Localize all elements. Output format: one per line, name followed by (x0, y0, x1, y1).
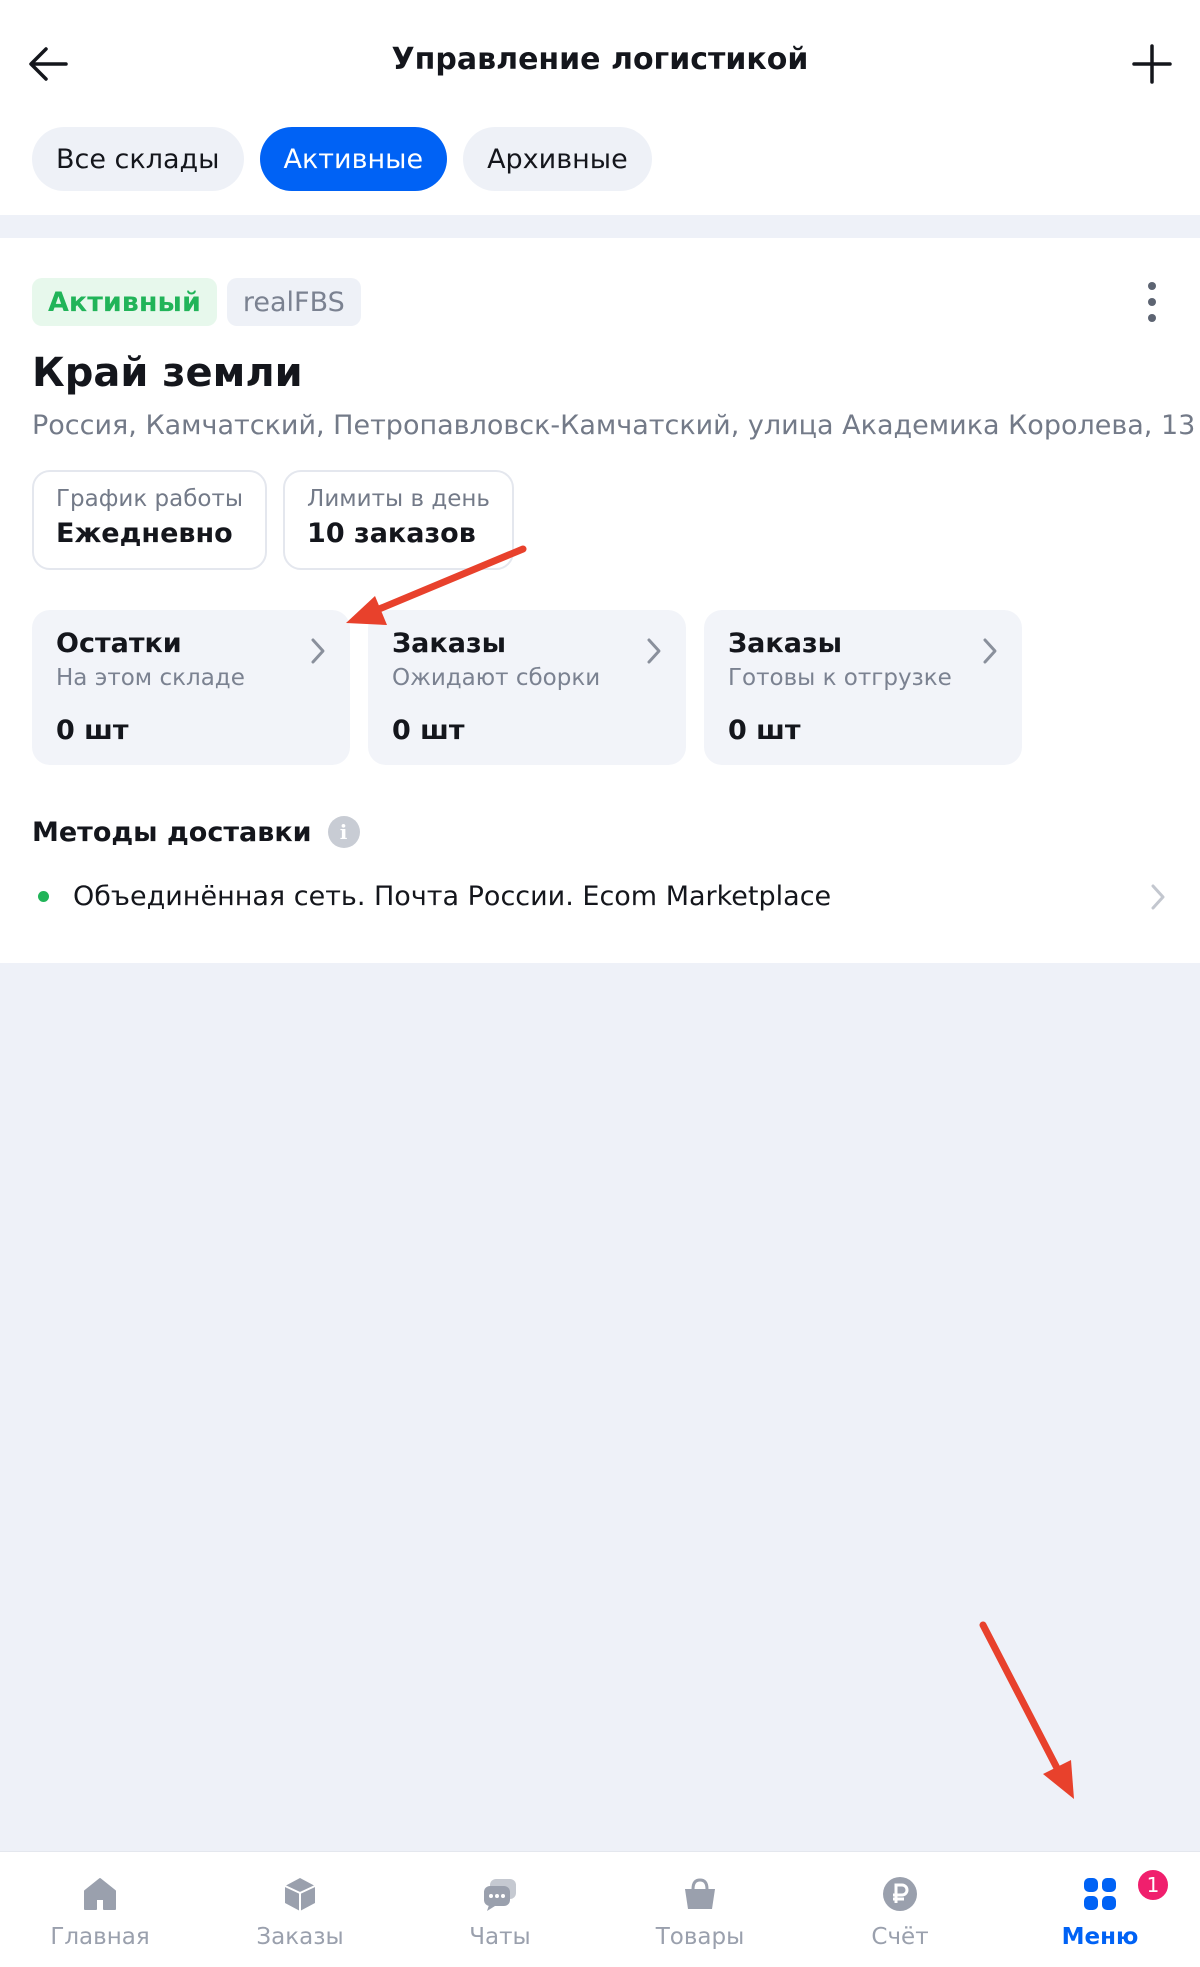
stat-title: Заказы (392, 628, 507, 659)
stat-title: Заказы (728, 628, 843, 659)
warehouse-badges: Активный realFBS (32, 278, 361, 326)
notification-badge: 1 (1136, 1868, 1170, 1902)
orders-ready-to-ship-card[interactable]: Заказы Готовы к отгрузке 0 шт (704, 610, 1022, 765)
info-boxes: График работы Ежедневно Лимиты в день 10… (32, 470, 514, 570)
nav-products[interactable]: Товары (600, 1852, 800, 1967)
nav-label: Меню (1061, 1924, 1139, 1950)
nav-label: Счёт (871, 1924, 929, 1950)
annotation-arrow-to-menu (979, 1621, 1074, 1799)
stats-row: Остатки На этом складе 0 шт Заказы Ожида… (32, 610, 1022, 765)
nav-label: Главная (50, 1924, 150, 1950)
nav-label: Чаты (469, 1924, 531, 1950)
nav-orders[interactable]: Заказы (200, 1852, 400, 1967)
chevron-right-icon (983, 638, 997, 664)
tab-all-warehouses[interactable]: Все склады (32, 127, 244, 191)
stat-subtitle: На этом складе (56, 665, 245, 691)
basket-icon (680, 1874, 720, 1914)
limits-value: 10 заказов (307, 518, 476, 549)
kebab-dot (1148, 282, 1156, 290)
tab-archived[interactable]: Архивные (463, 127, 652, 191)
nav-account[interactable]: Счёт (800, 1852, 1000, 1967)
chat-icon (480, 1874, 520, 1914)
limits-box: Лимиты в день 10 заказов (283, 470, 514, 570)
menu-grid-icon (1080, 1874, 1120, 1914)
delivery-method-label: Объединённая сеть. Почта России. Ecom Ma… (73, 880, 832, 912)
nav-label: Заказы (256, 1924, 344, 1950)
warehouse-name: Край земли (32, 350, 303, 396)
header: Управление логистикой Все склады Активны… (0, 0, 1200, 215)
info-icon[interactable]: i (327, 816, 360, 848)
status-dot (38, 890, 49, 902)
nav-chats[interactable]: Чаты (400, 1852, 600, 1967)
stock-card[interactable]: Остатки На этом складе 0 шт (32, 610, 350, 765)
status-badge: Активный (32, 278, 217, 326)
box-icon (280, 1874, 320, 1914)
stat-value: 0 шт (728, 715, 801, 746)
add-warehouse-button[interactable] (1126, 38, 1178, 90)
kebab-dot (1148, 298, 1156, 306)
stat-subtitle: Ожидают сборки (392, 665, 601, 691)
nav-menu[interactable]: Меню 1 (1000, 1852, 1200, 1967)
chevron-right-icon (1151, 884, 1165, 910)
stat-title: Остатки (56, 628, 182, 659)
warehouse-address: Россия, Камчатский, Петропавловск-Камчат… (32, 410, 1196, 441)
page: Управление логистикой Все склады Активны… (0, 0, 1200, 1967)
delivery-methods-label: Методы доставки (32, 816, 312, 848)
more-options-button[interactable] (1142, 282, 1162, 322)
nav-home[interactable]: Главная (0, 1852, 200, 1967)
filter-tabs: Все склады Активные Архивные (32, 127, 652, 191)
page-title: Управление логистикой (391, 42, 809, 77)
stat-value: 0 шт (56, 715, 129, 746)
home-icon (80, 1874, 120, 1914)
bottom-navigation: Главная Заказы Чаты Товары Счёт Меню 1 (0, 1851, 1200, 1967)
stat-value: 0 шт (392, 715, 465, 746)
chevron-right-icon (647, 638, 661, 664)
ruble-icon (880, 1874, 920, 1914)
schedule-label: График работы (56, 486, 244, 512)
schedule-value: Ежедневно (56, 518, 233, 549)
limits-label: Лимиты в день (307, 486, 490, 512)
type-badge: realFBS (226, 278, 361, 326)
delivery-method-item[interactable]: Объединённая сеть. Почта России. Ecom Ma… (32, 868, 1168, 924)
tab-active[interactable]: Активные (259, 127, 448, 191)
orders-awaiting-assembly-card[interactable]: Заказы Ожидают сборки 0 шт (368, 610, 686, 765)
schedule-box: График работы Ежедневно (32, 470, 268, 570)
kebab-dot (1148, 314, 1156, 322)
stat-subtitle: Готовы к отгрузке (728, 665, 952, 691)
chevron-right-icon (311, 638, 325, 664)
delivery-methods-title: Методы доставки i (32, 816, 360, 848)
warehouse-card: Активный realFBS Край земли Россия, Камч… (0, 238, 1200, 963)
plus-icon (1132, 44, 1172, 84)
nav-label: Товары (655, 1924, 745, 1950)
